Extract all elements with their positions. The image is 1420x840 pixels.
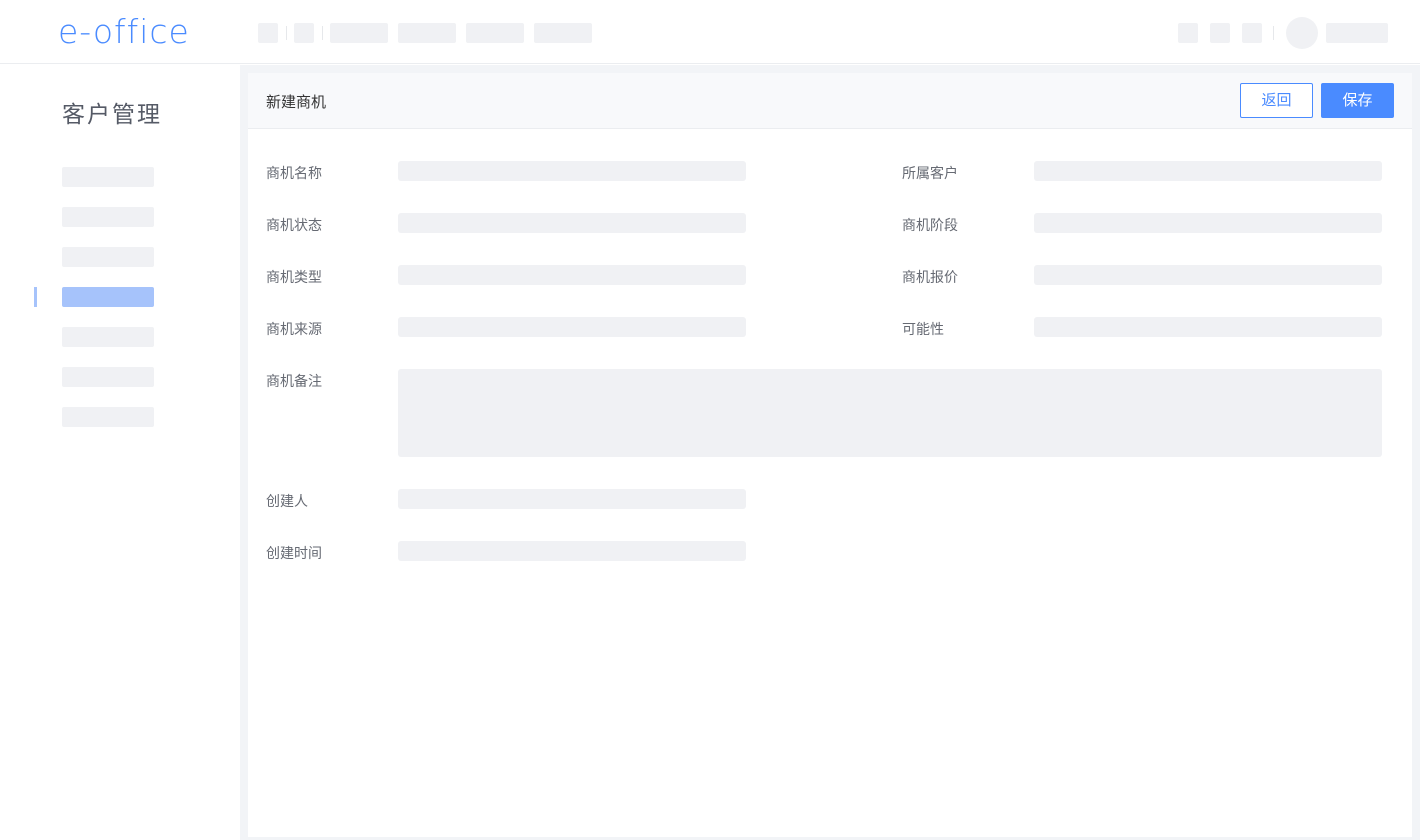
nav-icon-placeholder[interactable] <box>258 23 278 43</box>
sidebar-item[interactable] <box>62 207 154 227</box>
opportunity-quote-input[interactable] <box>1034 265 1382 285</box>
opportunity-status-select[interactable] <box>398 213 746 233</box>
page-title: 新建商机 <box>266 93 327 111</box>
sidebar-item[interactable] <box>62 327 154 347</box>
opportunity-source-label: 商机来源 <box>266 322 322 338</box>
sidebar-item[interactable] <box>62 367 154 387</box>
created-time-label: 创建时间 <box>266 546 322 562</box>
opportunity-type-select[interactable] <box>398 265 746 285</box>
nav-tab-placeholder[interactable] <box>534 23 592 43</box>
toolbar-icon-placeholder[interactable] <box>1178 23 1198 43</box>
opportunity-remark-textarea[interactable] <box>398 369 1382 457</box>
creator-input[interactable] <box>398 489 746 509</box>
back-button[interactable]: 返回 <box>1240 83 1313 118</box>
sidebar-item[interactable] <box>62 247 154 267</box>
nav-divider <box>322 26 323 40</box>
sidebar-item[interactable] <box>62 407 154 427</box>
created-time-input[interactable] <box>398 541 746 561</box>
opportunity-source-select[interactable] <box>398 317 746 337</box>
opportunity-quote-label: 商机报价 <box>902 270 958 286</box>
nav-tab-placeholder[interactable] <box>466 23 524 43</box>
sidebar-item[interactable] <box>62 167 154 187</box>
toolbar-divider <box>1273 26 1274 40</box>
creator-label: 创建人 <box>266 494 308 510</box>
avatar[interactable] <box>1286 17 1318 49</box>
opportunity-status-label: 商机状态 <box>266 218 322 234</box>
panel-header: 新建商机 返回 保存 <box>248 73 1412 129</box>
form-panel: 新建商机 返回 保存 商机名称 所属客户 商机状态 商机阶段 商机类型 商机报价… <box>248 73 1412 837</box>
app-logo[interactable]: e-office <box>58 12 190 52</box>
nav-tab-placeholder[interactable] <box>398 23 456 43</box>
sidebar: 客户管理 <box>0 65 240 840</box>
opportunity-name-input[interactable] <box>398 161 746 181</box>
customer-label: 所属客户 <box>902 166 958 182</box>
probability-label: 可能性 <box>902 322 944 338</box>
opportunity-stage-select[interactable] <box>1034 213 1382 233</box>
sidebar-item-active[interactable] <box>62 287 154 307</box>
opportunity-type-label: 商机类型 <box>266 270 322 286</box>
sidebar-active-marker <box>34 287 37 307</box>
opportunity-name-label: 商机名称 <box>266 166 322 182</box>
sidebar-title: 客户管理 <box>62 102 162 128</box>
opportunity-stage-label: 商机阶段 <box>902 218 958 234</box>
nav-icon-placeholder[interactable] <box>294 23 314 43</box>
save-button[interactable]: 保存 <box>1321 83 1394 118</box>
nav-divider <box>286 26 287 40</box>
top-bar: e-office <box>0 0 1420 64</box>
probability-input[interactable] <box>1034 317 1382 337</box>
nav-tab-placeholder[interactable] <box>330 23 388 43</box>
opportunity-remark-label: 商机备注 <box>266 374 322 390</box>
toolbar-icon-placeholder[interactable] <box>1242 23 1262 43</box>
username-placeholder[interactable] <box>1326 23 1388 43</box>
toolbar-icon-placeholder[interactable] <box>1210 23 1230 43</box>
customer-input[interactable] <box>1034 161 1382 181</box>
